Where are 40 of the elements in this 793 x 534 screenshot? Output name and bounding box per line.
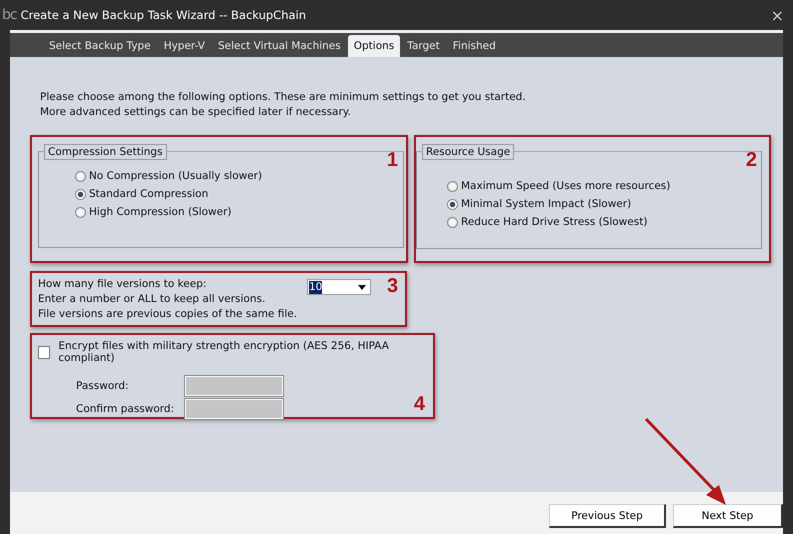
checkbox-label: Encrypt files with military strength encryption (AES 256, HIPAA compliant) xyxy=(58,340,390,364)
versions-text: Enter a number or ALL to keep all versions. xyxy=(38,292,266,307)
radio-option[interactable]: Minimal System Impact (Slower) xyxy=(447,198,632,210)
radio-option[interactable]: No Compression (Usually slower) xyxy=(75,170,262,182)
field-label: Confirm password: xyxy=(76,403,176,415)
radio-option[interactable]: Standard Compression xyxy=(75,188,208,200)
radio-button[interactable] xyxy=(447,216,458,228)
close-button[interactable]: × xyxy=(762,6,793,24)
group-title: Compression Settings xyxy=(44,144,167,160)
versions-dropdown[interactable]: 10 xyxy=(307,279,371,295)
radio-button[interactable] xyxy=(75,170,86,182)
app-logo: bc xyxy=(2,7,17,23)
encrypt-checkbox[interactable] xyxy=(38,346,50,358)
radio-option[interactable]: Reduce Hard Drive Stress (Slowest) xyxy=(447,216,648,228)
callout-number: 4 xyxy=(414,393,425,416)
radio-button[interactable] xyxy=(75,206,86,218)
tab[interactable]: Options xyxy=(348,35,400,57)
radio-button[interactable] xyxy=(75,188,86,200)
tab[interactable]: Select Virtual Machines xyxy=(212,35,347,57)
radio-option[interactable]: Maximum Speed (Uses more resources) xyxy=(447,180,670,192)
field-label: Password: xyxy=(76,380,130,392)
instruction-text: More advanced settings can be specified later if necessary. xyxy=(40,105,352,120)
callout-number: 3 xyxy=(387,275,398,298)
group-title: Resource Usage xyxy=(422,144,514,160)
caret-icon xyxy=(358,284,366,290)
radio-button[interactable] xyxy=(447,180,458,192)
versions-text: File versions are previous copies of the same file. xyxy=(38,307,298,322)
tab[interactable]: Hyper-V xyxy=(158,35,211,57)
wizard-button[interactable]: Previous Step xyxy=(549,504,666,528)
callout-number: 2 xyxy=(746,149,757,172)
versions-text: How many file versions to keep: xyxy=(38,277,208,292)
tab[interactable]: Finished xyxy=(446,35,502,57)
instruction-text: Please choose among the following options. These are minimum settings to get you started. xyxy=(40,90,527,105)
radio-button[interactable] xyxy=(447,198,458,210)
tab[interactable]: Select Backup Type xyxy=(43,35,157,57)
wizard-button[interactable]: Next Step xyxy=(673,504,783,528)
callout-number: 1 xyxy=(386,149,398,172)
window-title: Create a New Backup Task Wizard -- BackupChain xyxy=(20,8,308,22)
radio-option[interactable]: High Compression (Slower) xyxy=(75,206,232,218)
tab[interactable]: Target xyxy=(401,35,446,57)
